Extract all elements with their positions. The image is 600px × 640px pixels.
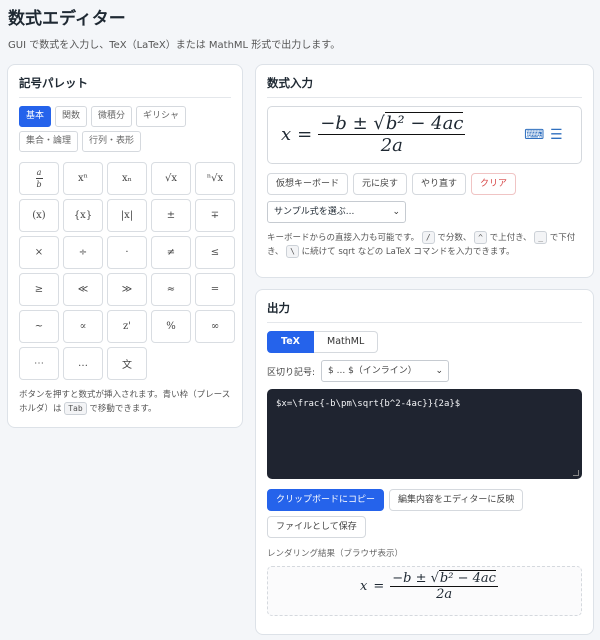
tab-tex[interactable]: TeX — [267, 331, 314, 353]
braces-key[interactable]: {x} — [63, 199, 103, 232]
much-less-key[interactable]: ≪ — [63, 273, 103, 306]
tab-sets-logic[interactable]: 集合・論理 — [19, 131, 79, 152]
math-field[interactable]: x = −b ± √b² − 4ac 2a ⌨ ☰ — [267, 106, 582, 164]
times-key[interactable]: × — [19, 236, 59, 269]
formula-display: x = −b ± √b² − 4ac 2a — [281, 112, 466, 156]
rendered-formula: x = −b ± √b² − 4ac 2a — [360, 570, 498, 602]
tab-calculus[interactable]: 微積分 — [91, 106, 133, 127]
nth-root-key[interactable]: ⁿ√x — [195, 162, 235, 195]
text-key[interactable]: 文 — [107, 347, 147, 380]
output-title: 出力 — [267, 300, 582, 323]
output-toolbar: クリップボードにコピー 編集内容をエディターに反映 — [267, 489, 582, 511]
dot-key[interactable]: · — [107, 236, 147, 269]
input-title: 数式入力 — [267, 75, 582, 98]
proportional-key[interactable]: ∝ — [63, 310, 103, 343]
sample-select[interactable]: サンプル式を選ぶ... ⌄ — [267, 201, 406, 223]
delimiter-label: 区切り記号: — [267, 367, 316, 378]
fraction: −b ± √b² − 4ac 2a — [318, 112, 466, 156]
palette-tabs: 基本 関数 微積分 ギリシャ 集合・論理 行列・表形 — [19, 106, 231, 152]
symbol-grid: ab xⁿ xₙ √x ⁿ√x (x) {x} |x| ± ∓ × ÷ · ≠ … — [19, 162, 235, 380]
menu-icon[interactable]: ☰ — [550, 127, 563, 143]
copy-button[interactable]: クリップボードにコピー — [267, 489, 385, 511]
keyboard-icon[interactable]: ⌨ — [524, 127, 544, 143]
tab-greek[interactable]: ギリシャ — [136, 106, 187, 127]
palette-help: ボタンを押すと数式が挿入されます。青い枠（プレースホルダ）は Tab で移動でき… — [19, 390, 231, 415]
sqrt-key[interactable]: √x — [151, 162, 191, 195]
virtual-keyboard-button[interactable]: 仮想キーボード — [267, 173, 349, 195]
redo-button[interactable]: やり直す — [412, 173, 467, 195]
tab-basic[interactable]: 基本 — [19, 106, 52, 127]
superscript-key[interactable]: xⁿ — [63, 162, 103, 195]
delimiter-row: 区切り記号: $ ... $（インライン） ⌄ — [267, 360, 582, 382]
tex-output-textarea[interactable]: $x=\frac{-b\pm\sqrt{b^2-4ac}}{2a}$ — [267, 389, 582, 479]
less-equal-key[interactable]: ≤ — [195, 236, 235, 269]
delimiter-select[interactable]: $ ... $（インライン） ⌄ — [321, 360, 450, 382]
tab-matrix[interactable]: 行列・表形 — [82, 131, 142, 152]
tab-functions[interactable]: 関数 — [55, 106, 88, 127]
subscript-key[interactable]: xₙ — [107, 162, 147, 195]
save-file-button[interactable]: ファイルとして保存 — [267, 516, 366, 538]
palette-title: 記号パレット — [19, 75, 231, 98]
page-subtitle: GUI で数式を入力し、TeX（LaTeX）または MathML 形式で出力しま… — [8, 40, 341, 51]
parentheses-key[interactable]: (x) — [19, 199, 59, 232]
ldots-key[interactable]: … — [63, 347, 103, 380]
not-equal-key[interactable]: ≠ — [151, 236, 191, 269]
prime-key[interactable]: z' — [107, 310, 147, 343]
approx-key[interactable]: ≈ — [151, 273, 191, 306]
absolute-value-key[interactable]: |x| — [107, 199, 147, 232]
chevron-down-icon: ⌄ — [435, 366, 444, 376]
tilde-key[interactable]: ~ — [19, 310, 59, 343]
fraction-key[interactable]: ab — [19, 162, 59, 195]
resize-handle[interactable] — [573, 470, 579, 476]
input-toolbar: 仮想キーボード 元に戻す やり直す クリア — [267, 173, 582, 195]
infinity-key[interactable]: ∞ — [195, 310, 235, 343]
minus-plus-key[interactable]: ∓ — [195, 199, 235, 232]
much-greater-key[interactable]: ≫ — [107, 273, 147, 306]
tab-mathml[interactable]: MathML — [314, 331, 379, 353]
percent-key[interactable]: % — [151, 310, 191, 343]
divide-key[interactable]: ÷ — [63, 236, 103, 269]
format-toggle: TeX MathML — [267, 331, 582, 353]
cdots-key[interactable]: ⋯ — [19, 347, 59, 380]
equals-key[interactable]: = — [195, 273, 235, 306]
render-caption: レンダリング結果（ブラウザ表示） — [267, 549, 404, 559]
undo-button[interactable]: 元に戻す — [353, 173, 408, 195]
output-panel: 出力 TeX MathML 区切り記号: $ ... $（インライン） ⌄ $x… — [255, 289, 594, 635]
tab-kbd: Tab — [64, 402, 87, 415]
page-title: 数式エディター — [8, 9, 126, 29]
greater-equal-key[interactable]: ≥ — [19, 273, 59, 306]
plus-minus-key[interactable]: ± — [151, 199, 191, 232]
clear-button[interactable]: クリア — [471, 173, 517, 195]
apply-to-editor-button[interactable]: 編集内容をエディターに反映 — [389, 489, 524, 511]
symbol-palette-panel: 記号パレット 基本 関数 微積分 ギリシャ 集合・論理 行列・表形 ab xⁿ … — [7, 64, 243, 428]
formula-input-panel: 数式入力 x = −b ± √b² − 4ac 2a ⌨ ☰ 仮想キーボード 元… — [255, 64, 594, 278]
render-preview: x = −b ± √b² − 4ac 2a — [267, 566, 582, 616]
chevron-down-icon: ⌄ — [392, 207, 400, 217]
input-hint: キーボードからの直接入力も可能です。 / で分数、 ^ で上付き、 _ で下付き… — [267, 231, 576, 258]
